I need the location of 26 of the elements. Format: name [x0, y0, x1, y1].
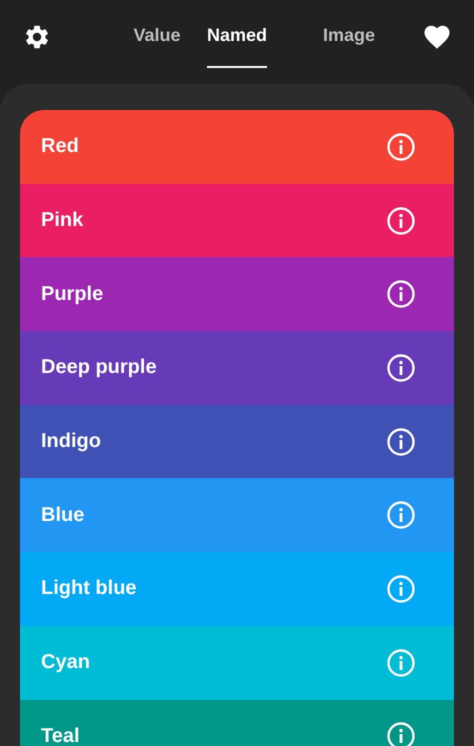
color-row[interactable]: Pink — [20, 184, 454, 258]
color-name: Purple — [41, 282, 104, 306]
color-row[interactable]: Purple — [20, 257, 454, 332]
settings-icon[interactable] — [23, 23, 51, 51]
info-icon[interactable] — [387, 280, 415, 308]
color-row[interactable]: Teal — [20, 700, 454, 746]
color-name: Blue — [41, 504, 84, 527]
color-name: Light blue — [41, 577, 137, 600]
color-name: Pink — [41, 209, 84, 232]
tab[interactable]: Image — [299, 25, 399, 68]
color-name: Indigo — [41, 430, 101, 454]
info-icon[interactable] — [387, 722, 415, 746]
info-icon[interactable] — [387, 501, 415, 530]
tab[interactable]: Value — [117, 25, 197, 68]
info-icon[interactable] — [387, 206, 415, 235]
color-name: Teal — [41, 724, 80, 746]
info-icon[interactable] — [387, 354, 415, 382]
info-icon[interactable] — [387, 428, 415, 456]
color-name: Red — [41, 135, 79, 158]
info-icon[interactable] — [387, 132, 415, 161]
color-row[interactable]: Indigo — [20, 404, 454, 478]
tab[interactable]: Named — [207, 25, 267, 68]
color-name: Cyan — [41, 651, 90, 674]
color-row[interactable]: Deep purple — [20, 331, 454, 405]
color-name: Deep purple — [41, 356, 157, 380]
color-row[interactable]: Red — [20, 110, 454, 184]
